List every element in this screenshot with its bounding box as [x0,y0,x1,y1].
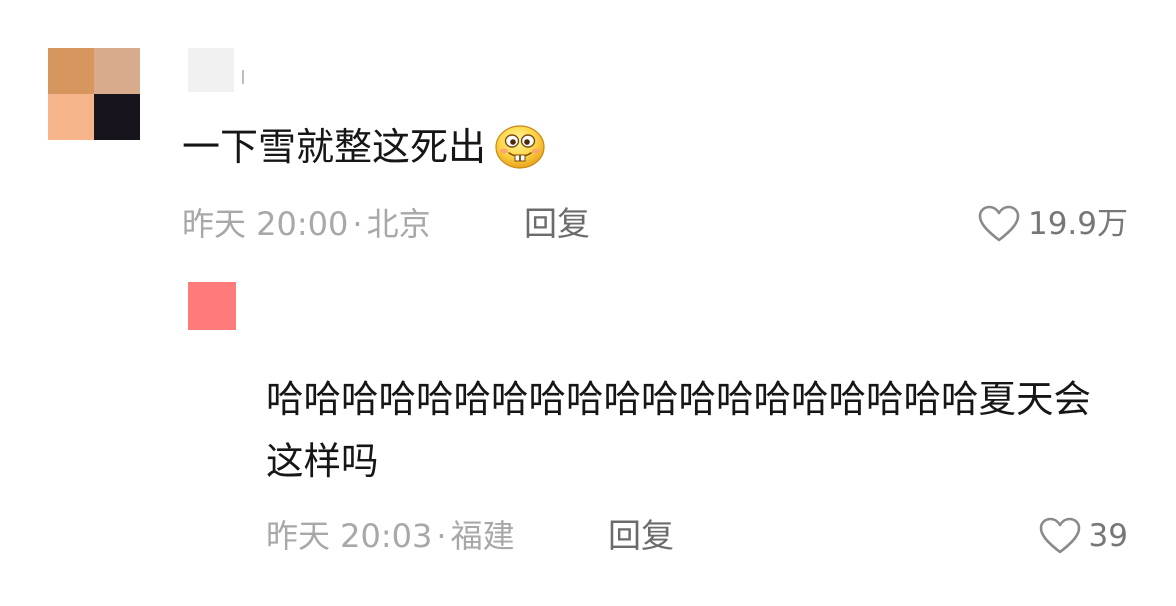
like-button[interactable]: 19.9万 [978,202,1128,246]
avatar-tile [94,94,140,140]
reply-like-count: 39 [1088,518,1128,554]
username-redacted[interactable] [188,48,248,92]
reply-text: 哈哈哈哈哈哈哈哈哈哈哈哈哈哈哈哈哈哈哈夏天会这样吗 [266,377,1091,483]
reply-like-button[interactable]: 39 [1039,514,1128,558]
avatar-tile [94,48,140,94]
comment-text: 一下雪就整这死出 [182,120,546,174]
heart-outline-icon [978,205,1020,243]
username-fragment [242,70,244,84]
comment-text-content: 一下雪就整这死出 [182,125,487,169]
meta-separator: · [436,517,447,555]
avatar-tile [48,48,94,94]
meta-separator: · [352,205,363,243]
reply-reply-button[interactable]: 回复 [608,514,674,558]
username-redaction-block [188,48,234,92]
reply-avatar[interactable] [188,282,236,330]
comment-meta: 昨天 20:00 · 北京 [182,202,431,246]
comment-time: 昨天 20:00 [182,205,349,243]
reply-meta: 昨天 20:03 · 福建 [266,514,515,558]
grinning-emoji-icon [494,124,546,170]
like-count: 19.9万 [1027,206,1128,242]
reply-button[interactable]: 回复 [524,202,590,246]
avatar[interactable] [48,48,140,140]
reply-time: 昨天 20:03 [266,517,433,555]
comment-location: 北京 [366,205,431,243]
avatar-tile [48,94,94,140]
reply-location: 福建 [450,517,515,555]
heart-outline-icon [1039,517,1081,555]
reply-username-redacted[interactable] [250,282,310,330]
